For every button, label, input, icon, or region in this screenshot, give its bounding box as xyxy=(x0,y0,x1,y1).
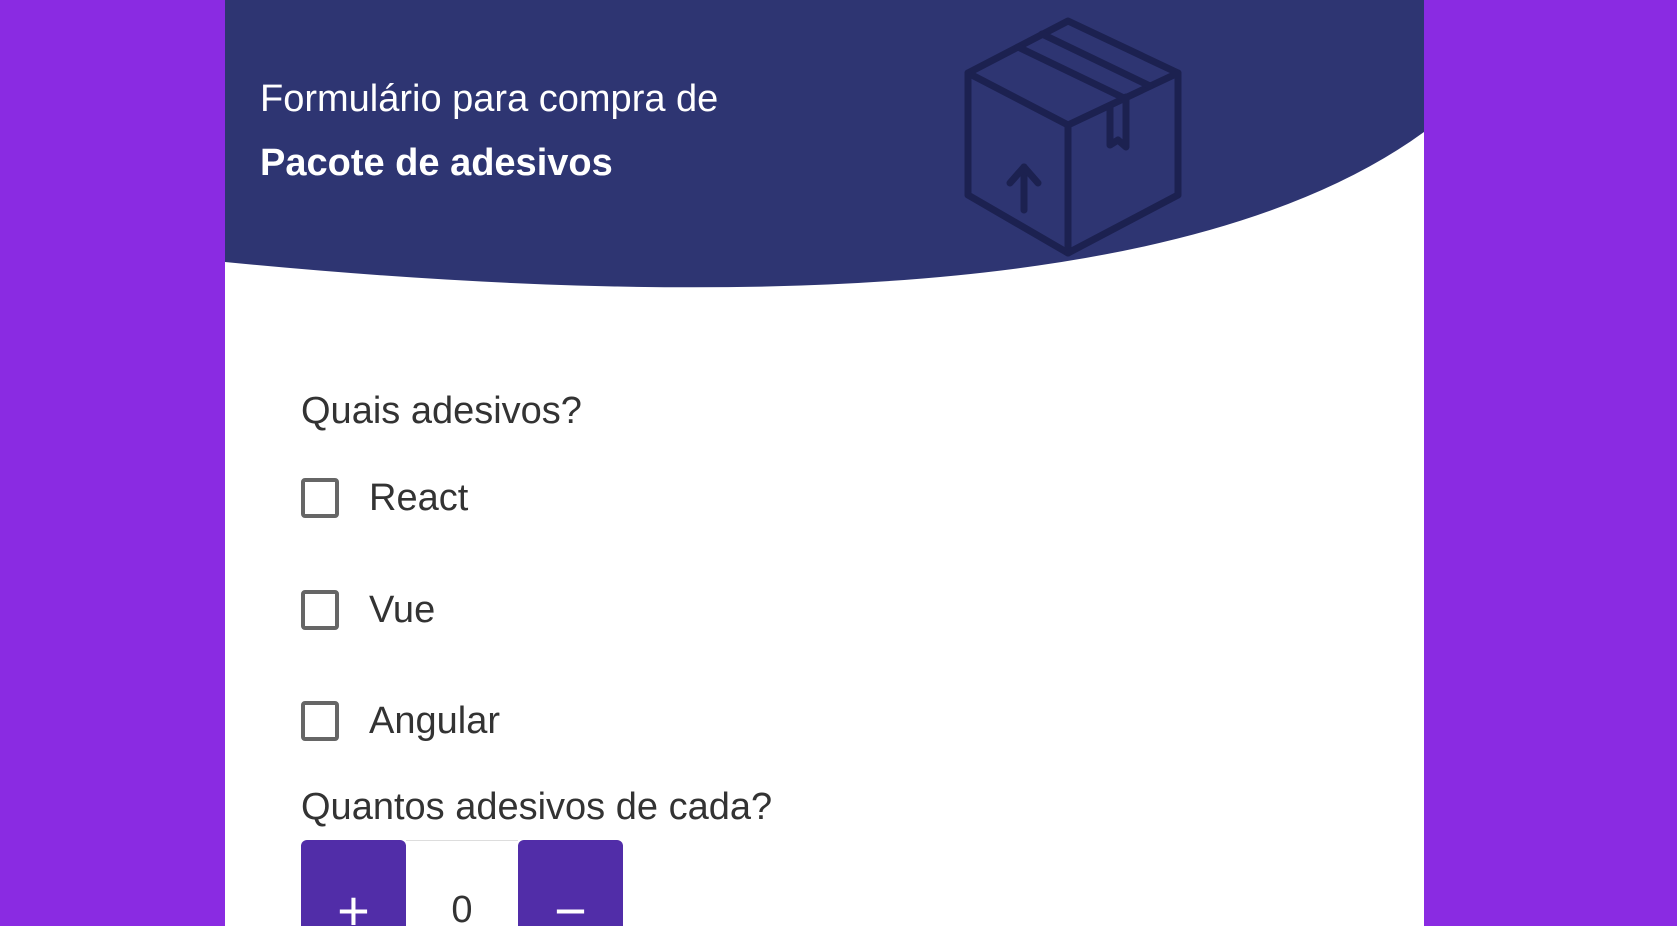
option-react[interactable]: React xyxy=(301,473,468,523)
product-name: Pacote de adesivos xyxy=(260,142,613,184)
vue-label[interactable]: Vue xyxy=(369,589,435,632)
form-title: Formulário para compra de xyxy=(260,78,719,120)
option-angular[interactable]: Angular xyxy=(301,696,500,746)
angular-label[interactable]: Angular xyxy=(369,700,500,743)
react-label[interactable]: React xyxy=(369,477,468,520)
quantity-stepper[interactable]: + 0 − xyxy=(301,840,623,926)
package-box-icon xyxy=(964,17,1182,257)
quantity-value[interactable]: 0 xyxy=(406,840,518,926)
vue-checkbox[interactable] xyxy=(301,590,339,630)
option-vue[interactable]: Vue xyxy=(301,585,435,635)
order-form-card: Formulário para compra de Pacote de ades… xyxy=(225,0,1424,926)
react-checkbox[interactable] xyxy=(301,478,339,518)
angular-checkbox[interactable] xyxy=(301,701,339,741)
stickers-question-label: Quais adesivos? xyxy=(301,390,582,432)
quantity-question-label: Quantos adesivos de cada? xyxy=(301,786,773,828)
decrement-button[interactable]: − xyxy=(518,840,623,926)
increment-button[interactable]: + xyxy=(301,840,406,926)
